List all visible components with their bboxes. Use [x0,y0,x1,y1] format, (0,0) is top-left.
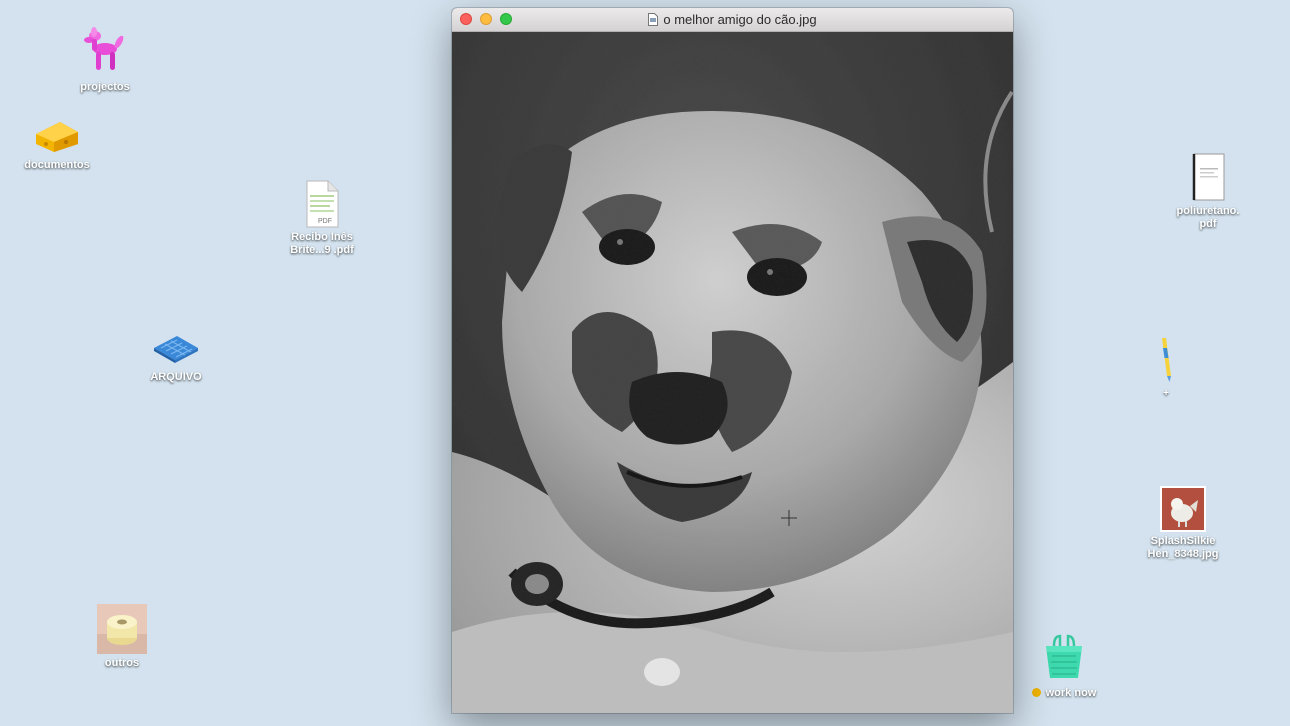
svg-text:PDF: PDF [318,218,332,225]
desktop-icon-outros[interactable]: outros [86,604,158,670]
pdf-file-icon: PDF [304,180,340,228]
blue-mat-icon [151,328,201,368]
desktop-icon-label: + [1163,388,1169,399]
desktop-icon-projectos[interactable]: projectos [70,24,140,94]
desktop-icon-label: Recibo Inês Brite...9 .pdf [290,231,354,256]
desktop-icon-arquivo[interactable]: ARQUIVO [138,328,214,384]
pencil-icon [1156,334,1176,384]
desktop-icon-recibo[interactable]: PDF Recibo Inês Brite...9 .pdf [282,180,362,257]
preview-window[interactable]: o melhor amigo do cão.jpg [452,8,1013,713]
basket-icon [1040,632,1088,684]
tag-dot [1031,688,1041,697]
desktop-icon-label: outros [104,657,140,669]
desktop-icon-documentos[interactable]: documentos [18,116,96,172]
desktop-icon-poliuretano[interactable]: poliuretano. pdf [1168,152,1248,231]
desktop-icon-label: ARQUIVO [150,371,202,383]
window-title: o melhor amigo do cão.jpg [452,12,1013,29]
jpg-thumbnail-icon [1160,486,1206,532]
desktop-icon-label: projectos [80,81,130,93]
toilet-roll-icon [97,604,147,654]
desktop-icon-label: SplashSilkie Hen_8348.jpg [1147,535,1219,560]
window-title-text: o melhor amigo do cão.jpg [663,12,817,27]
document-icon [648,13,659,29]
desktop-icon-splash[interactable]: SplashSilkie Hen_8348.jpg [1140,486,1226,561]
balloon-dog-icon [78,24,132,78]
window-titlebar[interactable]: o melhor amigo do cão.jpg [452,8,1013,32]
desktop-icon-worknow[interactable]: work now [1022,632,1106,700]
desktop-icon-label-text: work now [1045,687,1097,699]
desktop-icon-plus[interactable]: + [1146,334,1186,400]
desktop-icon-label: work now [1031,687,1097,700]
desktop-icon-label: poliuretano. pdf [1176,205,1240,230]
dog-photo [452,32,1013,713]
pdf-document-icon [1190,152,1226,202]
desktop-icon-label: documentos [24,159,90,171]
cheese-icon [32,116,82,156]
